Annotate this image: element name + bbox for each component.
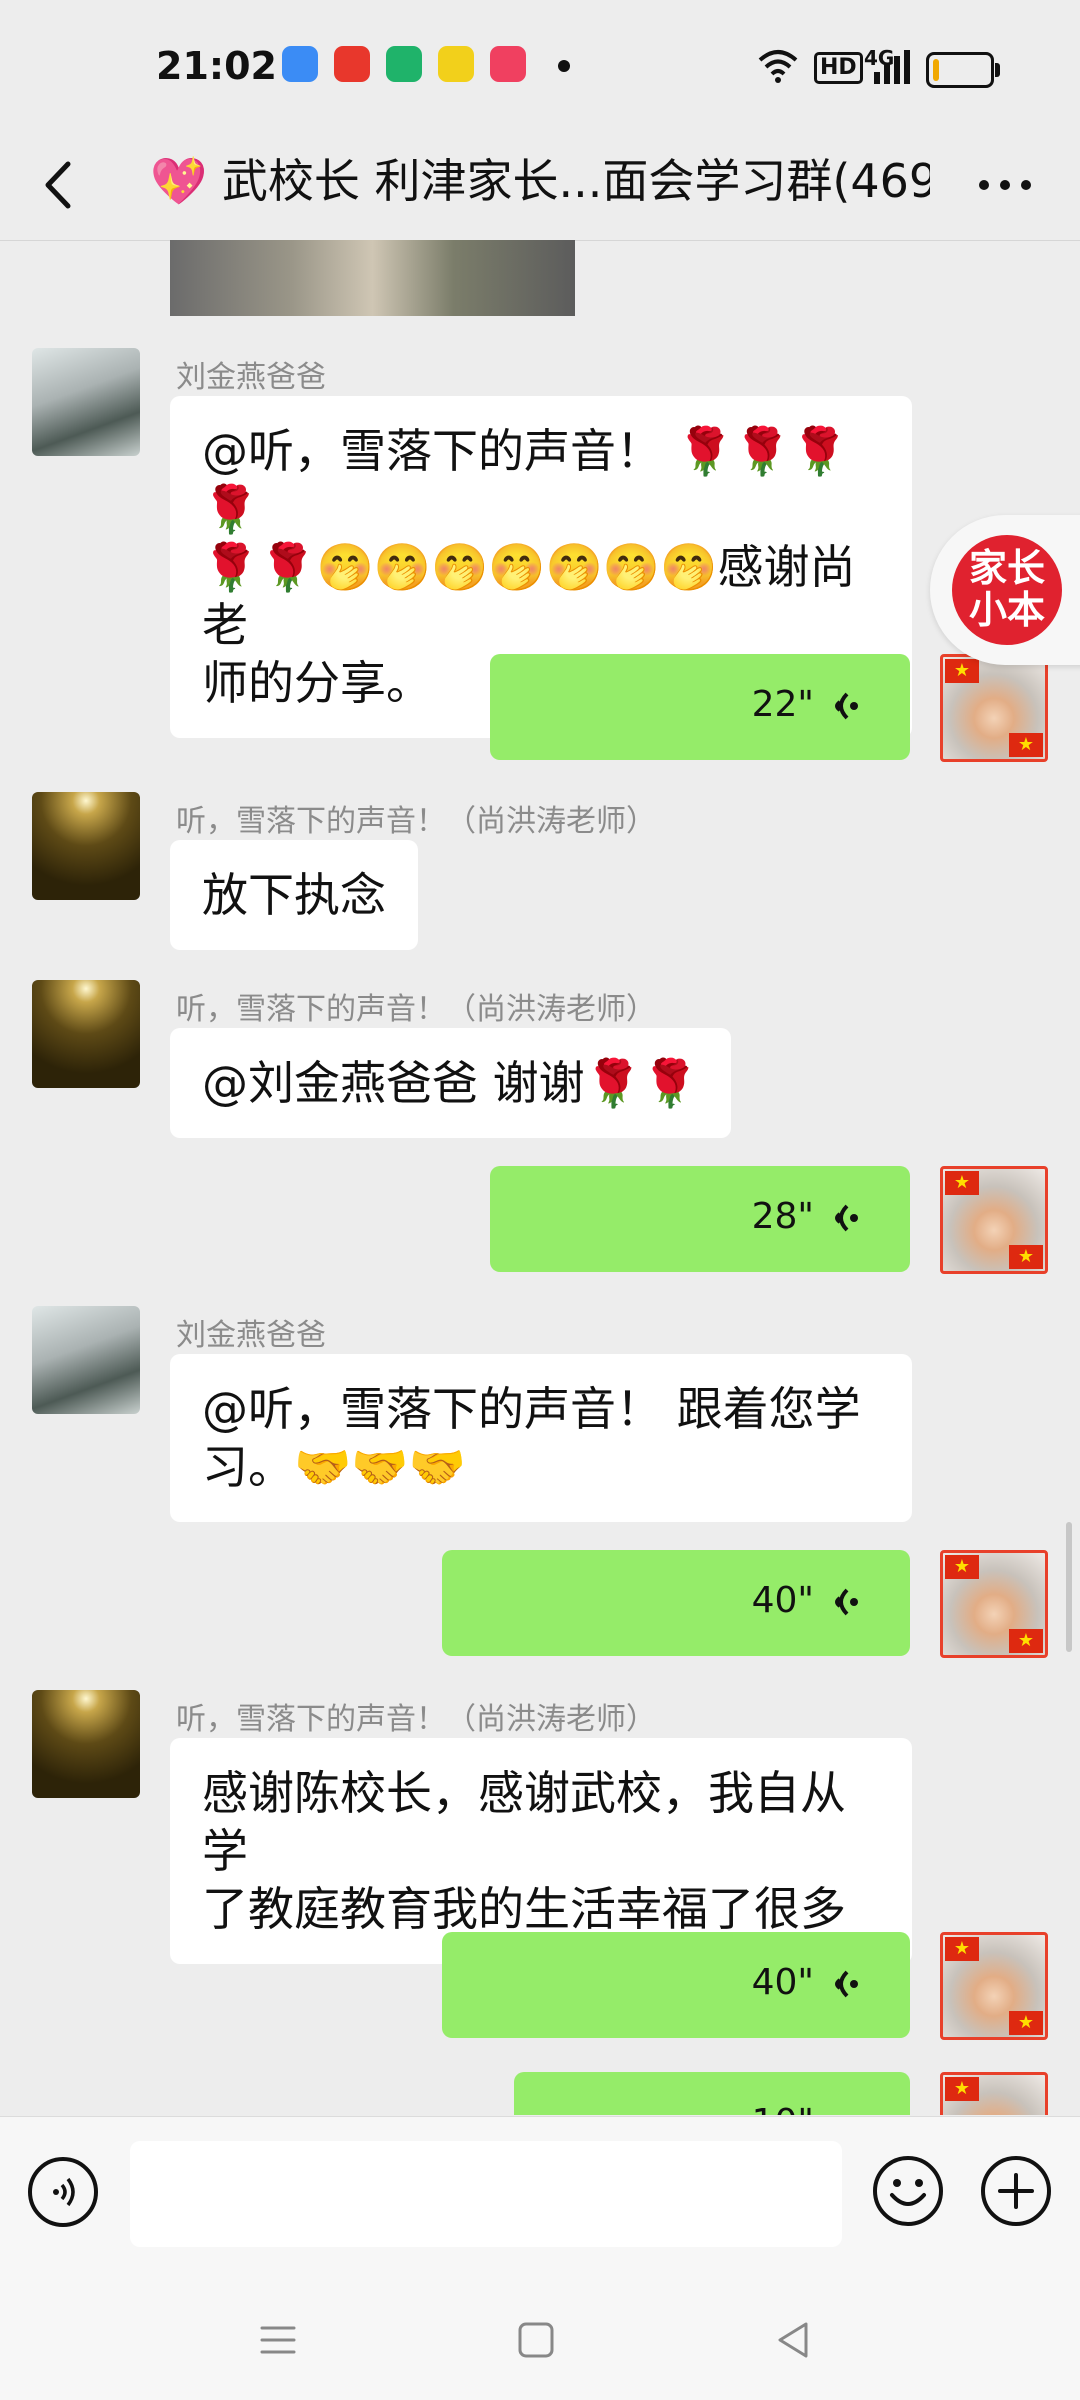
parent-notebook-logo: 家长 小本 [952,535,1062,645]
text-bubble[interactable]: @听，雪落下的声音！ 跟着您学 习。🤝🤝🤝 [170,1354,912,1522]
sender-name: 听，雪落下的声音！（尚洪涛老师） [176,804,656,839]
voice-wave-icon [835,692,858,720]
my-avatar[interactable]: ★ [940,2072,1048,2115]
my-avatar[interactable]: ★ ★ [940,654,1048,762]
voice-input-icon [53,2177,75,2207]
message-line: 放下执念 [202,868,386,922]
my-avatar[interactable]: ★ ★ [940,1166,1048,1274]
message-list[interactable]: 刘金燕爸爸 @听，雪落下的声音！ 🌹🌹🌹🌹 🌹🌹🤭🤭🤭🤭🤭🤭🤭感谢尚老 师的分享… [0,240,1080,2115]
browser-notification-icon [282,46,318,82]
system-navigation-bar [0,2280,1080,2400]
text-bubble[interactable]: 感谢陈校长，感谢武校，我自从学 了教庭教育我的生活幸福了很多 [170,1738,912,1964]
chat-notification-icon [386,46,422,82]
avatar-liu-jinyan-father[interactable] [32,348,140,456]
status-time: 21:02 [156,44,277,88]
message-line: @听，雪落下的声音！ 🌹🌹🌹🌹 [202,424,849,536]
home-icon[interactable] [512,2316,560,2364]
chat-title[interactable]: 💖 武校长 利津家长...面会学习群(469) [150,146,930,216]
voice-duration: 40" [751,1580,814,1621]
map-notification-icon [334,46,370,82]
voice-message[interactable]: 40" [442,1932,910,2038]
image-message-partial[interactable] [170,240,575,316]
text-bubble[interactable]: @刘金燕爸爸 谢谢🌹🌹 [170,1028,732,1138]
video-notification-icon [490,46,526,82]
battery-icon [926,52,1000,88]
message-line: 了教庭教育我的生活幸福了很多 [202,1882,846,1936]
my-avatar[interactable]: ★ ★ [940,1932,1048,2040]
menu-icon[interactable] [254,2316,302,2364]
sender-name: 听，雪落下的声音！（尚洪涛老师） [176,992,656,1027]
sender-name: 听，雪落下的声音！（尚洪涛老师） [176,1702,656,1737]
message-line: 习。🤝🤝🤝 [202,1440,466,1494]
message-input[interactable] [130,2141,842,2247]
status-bar: 21:02 HD 4G [0,0,1080,130]
sender-name: 刘金燕爸爸 [176,360,326,395]
message-line: 感谢陈校长，感谢武校，我自从学 [202,1766,846,1878]
my-avatar[interactable]: ★ ★ [940,1550,1048,1658]
voice-duration: 10" [752,2102,814,2115]
voice-message[interactable]: 22" [490,654,910,760]
chat-header: 💖 武校长 利津家长...面会学习群(469) [0,130,1080,241]
voice-message[interactable]: 10" [514,2072,910,2115]
more-options-icon[interactable] [970,150,1040,220]
plus-icon[interactable] [978,2153,1054,2229]
message-line: @刘金燕爸爸 谢谢🌹🌹 [202,1056,700,1110]
parent-notebook-floating-button[interactable]: 家长 小本 [930,515,1080,665]
voice-duration: 22" [751,684,814,725]
avatar-shang-hongtao[interactable] [32,980,140,1088]
message-line: @听，雪落下的声音！ 跟着您学 [202,1382,861,1436]
more-notifications-dot [558,60,570,72]
input-bar [0,2116,1080,2281]
voice-wave-icon [835,1204,858,1232]
hd-indicator: HD [814,52,863,84]
avatar-shang-hongtao[interactable] [32,792,140,900]
sender-name: 刘金燕爸爸 [176,1318,326,1353]
signal-icon [874,50,910,84]
voice-duration: 40" [751,1962,814,2003]
wifi-icon [758,50,798,83]
yy-notification-icon [438,46,474,82]
voice-wave-icon [835,1970,858,1998]
voice-input-button[interactable] [28,2157,98,2227]
back-triangle-icon[interactable] [770,2316,818,2364]
voice-duration: 28" [751,1196,814,1237]
avatar-shang-hongtao[interactable] [32,1690,140,1798]
message-line: 🌹🌹🤭🤭🤭🤭🤭🤭🤭感谢尚老 [202,540,856,652]
voice-message[interactable]: 28" [490,1166,910,1272]
badge-line: 小本 [968,588,1045,632]
text-bubble[interactable]: 放下执念 [170,840,418,950]
voice-wave-icon [835,1588,858,1616]
voice-message[interactable]: 40" [442,1550,910,1656]
badge-line: 家长 [968,546,1045,590]
scrollbar-thumb[interactable] [1066,1522,1072,1652]
back-arrow-icon[interactable] [30,150,90,220]
avatar-liu-jinyan-father[interactable] [32,1306,140,1414]
emoji-icon[interactable] [870,2153,946,2229]
